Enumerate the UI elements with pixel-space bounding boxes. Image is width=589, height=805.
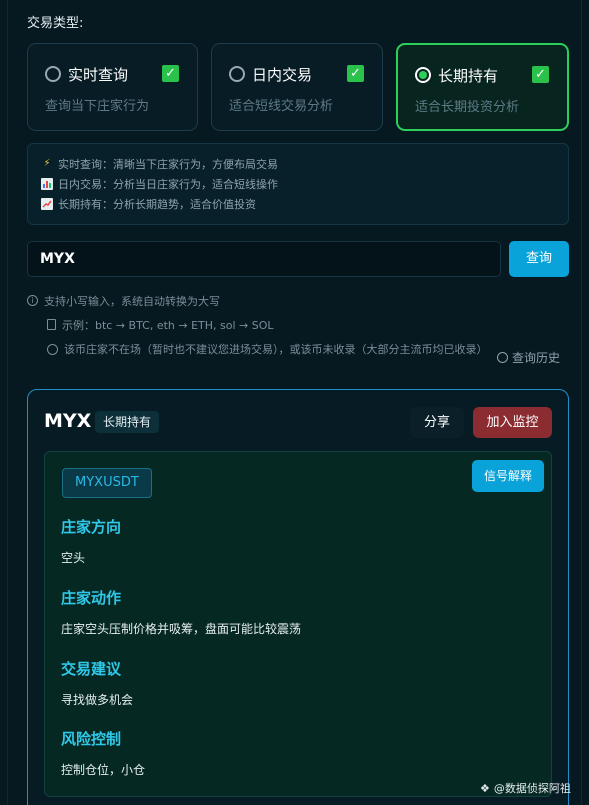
clock-icon bbox=[497, 352, 508, 363]
radio-icon[interactable] bbox=[45, 66, 61, 82]
query-button[interactable]: 查询 bbox=[509, 241, 569, 277]
hint-text: 支持小写输入，系统自动转换为大写 bbox=[44, 295, 220, 308]
share-button[interactable]: 分享 bbox=[410, 407, 464, 438]
option-title: 长期持有 bbox=[438, 67, 499, 85]
trade-type-tips: ⚡ 实时查询：清晰当下庄家行为，方便布局交易 日内交易：分析当日庄家行为，适合短… bbox=[27, 143, 569, 225]
section-title: 庄家方向 bbox=[61, 518, 122, 536]
app-frame: 交易类型: 实时查询 ✓ 查询当下庄家行为 日内交易 ✓ 适合短线交易分析 长期… bbox=[0, 0, 589, 805]
bar-chart-icon bbox=[41, 178, 53, 190]
tip-item: ⚡ 实时查询：清晰当下庄家行为，方便布局交易 bbox=[41, 156, 278, 172]
tip-item: 长期持有：分析长期趋势，适合价值投资 bbox=[41, 196, 256, 212]
radio-selected-icon[interactable] bbox=[415, 67, 431, 83]
query-history-link[interactable]: 查询历史 bbox=[497, 349, 560, 366]
watermark: ❖ @数据侦探阿祖 bbox=[480, 780, 571, 796]
option-desc: 适合长期投资分析 bbox=[415, 100, 520, 115]
signal-explain-button[interactable]: 信号解释 bbox=[472, 460, 544, 492]
watermark-text: @数据侦探阿祖 bbox=[493, 782, 571, 795]
symbol-input[interactable] bbox=[27, 241, 501, 277]
right-border bbox=[581, 0, 582, 805]
left-border bbox=[7, 0, 8, 805]
trade-type-label: 交易类型: bbox=[27, 16, 84, 31]
section-title: 风险控制 bbox=[61, 730, 122, 748]
tip-text: 长期持有：分析长期趋势，适合价值投资 bbox=[58, 198, 256, 211]
info-icon: i bbox=[27, 295, 38, 306]
hint-case: i 支持小写输入，系统自动转换为大写 bbox=[27, 293, 220, 309]
section-title: 庄家动作 bbox=[61, 589, 122, 607]
section-text: 寻找做多机会 bbox=[61, 693, 134, 707]
result-symbol: MYX bbox=[44, 410, 92, 432]
section-text: 庄家空头压制价格并吸筹，盘面可能比较震荡 bbox=[61, 622, 302, 636]
option-desc: 查询当下庄家行为 bbox=[45, 99, 150, 114]
trade-type-option-longterm[interactable]: 长期持有 ✓ 适合长期投资分析 bbox=[396, 43, 569, 131]
add-monitor-button[interactable]: 加入监控 bbox=[473, 407, 552, 438]
section-title: 交易建议 bbox=[61, 660, 122, 678]
document-icon bbox=[47, 319, 56, 330]
signal-panel: MYXUSDT 信号解释 庄家方向 空头 庄家动作 庄家空头压制价格并吸筹，盘面… bbox=[44, 451, 552, 797]
trade-type-option-realtime[interactable]: 实时查询 ✓ 查询当下庄家行为 bbox=[27, 43, 198, 131]
trend-chart-icon bbox=[41, 198, 53, 210]
diamond-logo-icon: ❖ bbox=[480, 781, 490, 795]
trading-pair-badge: MYXUSDT bbox=[62, 468, 152, 498]
hint-example: 示例：btc → BTC, eth → ETH, sol → SOL bbox=[47, 317, 274, 333]
clock-icon bbox=[47, 344, 58, 355]
checkbox-checked-icon[interactable]: ✓ bbox=[162, 65, 179, 82]
tip-text: 实时查询：清晰当下庄家行为，方便布局交易 bbox=[58, 158, 278, 171]
checkbox-checked-icon[interactable]: ✓ bbox=[532, 66, 549, 83]
hint-notice: 该币庄家不在场（暂时也不建议您进场交易），或该币未收录（大部分主流币均已收录） bbox=[47, 342, 492, 357]
checkbox-checked-icon[interactable]: ✓ bbox=[347, 65, 364, 82]
option-title: 实时查询 bbox=[68, 66, 129, 84]
section-text: 空头 bbox=[61, 551, 86, 565]
radio-icon[interactable] bbox=[229, 66, 245, 82]
section-text: 控制仓位，小仓 bbox=[61, 763, 146, 777]
tip-item: 日内交易：分析当日庄家行为，适合短线操作 bbox=[41, 176, 278, 192]
option-title: 日内交易 bbox=[252, 66, 313, 84]
result-card: MYX 长期持有 分享 加入监控 MYXUSDT 信号解释 庄家方向 空头 庄家… bbox=[27, 389, 569, 805]
hint-text: 该币庄家不在场（暂时也不建议您进场交易），或该币未收录（大部分主流币均已收录） bbox=[64, 343, 488, 356]
trade-type-option-intraday[interactable]: 日内交易 ✓ 适合短线交易分析 bbox=[211, 43, 383, 131]
tip-text: 日内交易：分析当日庄家行为，适合短线操作 bbox=[58, 178, 278, 191]
lightning-icon: ⚡ bbox=[43, 158, 51, 169]
result-type-tag: 长期持有 bbox=[95, 411, 160, 433]
hint-text: 示例：btc → BTC, eth → ETH, sol → SOL bbox=[62, 319, 274, 332]
option-desc: 适合短线交易分析 bbox=[229, 99, 334, 114]
history-label: 查询历史 bbox=[512, 351, 561, 365]
